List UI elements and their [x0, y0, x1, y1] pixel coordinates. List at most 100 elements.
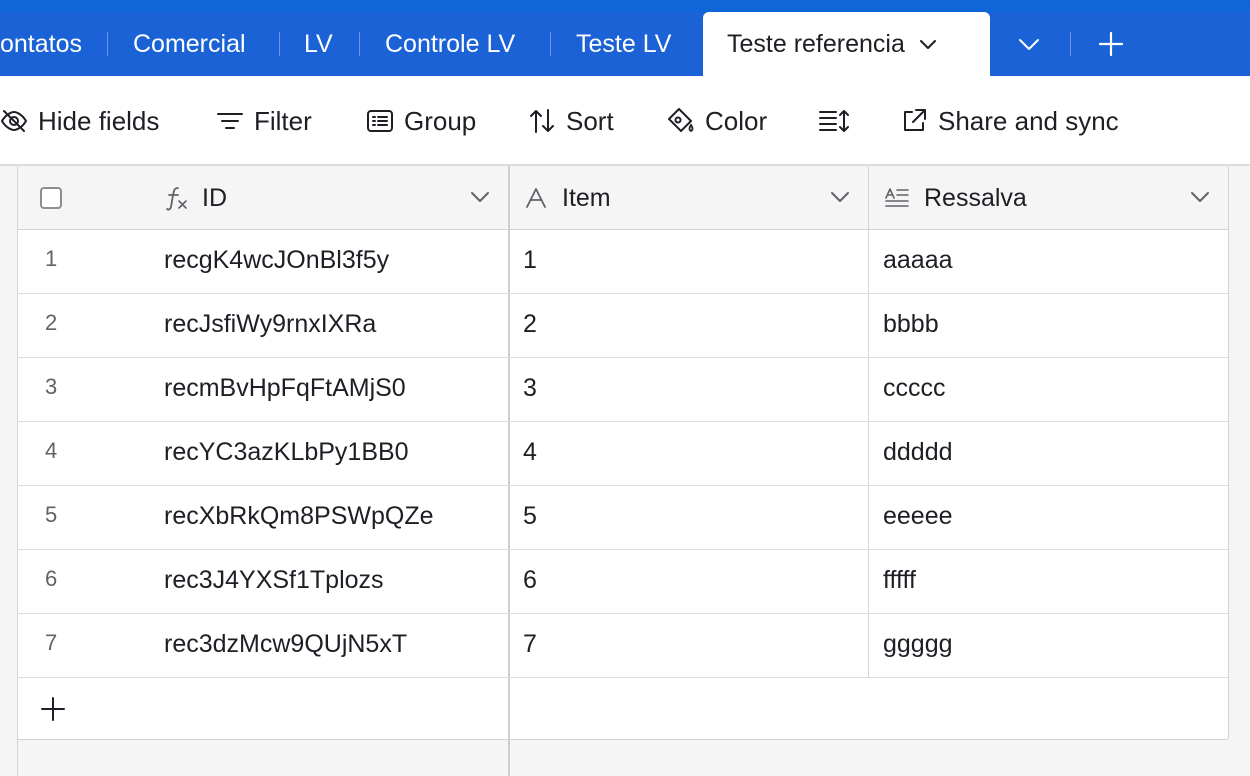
tab-divider — [550, 32, 551, 56]
chevron-down-icon[interactable] — [1190, 190, 1210, 204]
tab-divider — [279, 32, 280, 56]
row-number: 7 — [45, 630, 58, 655]
plus-icon — [40, 697, 66, 726]
row-divider — [18, 485, 1228, 486]
long-text-icon — [884, 186, 910, 210]
add-record-button[interactable] — [40, 696, 66, 727]
row-number: 4 — [45, 438, 58, 463]
color-label: Color — [705, 105, 768, 136]
id-cell[interactable]: recJsfiWy9rnxIXRa — [164, 310, 376, 339]
window-top-strip — [0, 0, 1250, 12]
add-row-strip-right — [510, 678, 1228, 739]
text-a-icon — [524, 186, 548, 210]
sort-label: Sort — [566, 105, 614, 136]
item-cell[interactable]: 6 — [523, 566, 537, 595]
group-label: Group — [404, 105, 477, 136]
row-divider — [18, 357, 1228, 358]
sort-button[interactable]: Sort — [528, 76, 614, 166]
view-toolbar: Hide fields Filter Group Sort Color Shar… — [0, 76, 1250, 166]
grid-left-border — [17, 166, 18, 776]
id-cell[interactable]: rec3J4YXSf1Tplozs — [164, 566, 384, 595]
ressalva-cell[interactable]: fffff — [883, 566, 916, 595]
item-cell[interactable]: 2 — [523, 310, 537, 339]
item-cell[interactable]: 4 — [523, 438, 537, 467]
data-columns-body — [510, 230, 1228, 678]
group-button[interactable]: Group — [366, 76, 476, 166]
filter-icon — [216, 110, 244, 132]
row-number: 5 — [45, 502, 58, 527]
item-cell[interactable]: 5 — [523, 502, 537, 531]
primary-column-divider — [508, 166, 510, 776]
row-number: 3 — [45, 374, 58, 399]
column-divider — [868, 166, 869, 678]
tab-divider — [359, 32, 360, 56]
formula-icon — [164, 185, 190, 211]
row-divider — [18, 549, 1228, 550]
tab-label: Teste referencia — [727, 29, 905, 58]
item-cell[interactable]: 7 — [523, 630, 537, 659]
tab-divider — [1070, 32, 1071, 56]
tab-label: Controle LV — [385, 29, 516, 58]
id-cell[interactable]: recgK4wcJOnBl3f5y — [164, 246, 389, 275]
share-and-sync-label: Share and sync — [938, 105, 1119, 136]
tab-controle-lv[interactable]: Controle LV — [385, 12, 515, 76]
row-number: 1 — [45, 246, 58, 271]
fields-header — [510, 166, 1228, 230]
row-height-icon — [818, 108, 850, 134]
tab-label: LV — [304, 29, 333, 58]
column-header-item[interactable]: Item — [524, 181, 611, 215]
item-cell[interactable]: 1 — [523, 246, 537, 275]
tab-label: Comercial — [133, 29, 246, 58]
column-header-id[interactable]: ID — [164, 181, 227, 215]
chevron-down-icon[interactable] — [919, 38, 937, 50]
filter-label: Filter — [254, 105, 312, 136]
eye-slash-icon — [0, 109, 28, 133]
select-all-checkbox[interactable] — [40, 187, 62, 209]
ressalva-cell[interactable]: ddddd — [883, 438, 953, 467]
ressalva-cell[interactable]: aaaaa — [883, 246, 953, 275]
id-cell[interactable]: rec3dzMcw9QUjN5xT — [164, 630, 407, 659]
tab-contatos[interactable]: ontatos — [0, 12, 82, 76]
tab-divider — [107, 32, 108, 56]
ressalva-cell[interactable]: eeeee — [883, 502, 953, 531]
ressalva-cell[interactable]: ggggg — [883, 630, 953, 659]
item-cell[interactable]: 3 — [523, 374, 537, 403]
sort-icon — [528, 108, 556, 134]
primary-header — [18, 166, 508, 230]
tab-label: Teste LV — [576, 29, 672, 58]
column-header-label: Ressalva — [924, 183, 1027, 212]
ressalva-cell[interactable]: bbbb — [883, 310, 939, 339]
row-divider — [18, 613, 1228, 614]
hide-fields-button[interactable]: Hide fields — [0, 76, 159, 166]
row-number: 6 — [45, 566, 58, 591]
tab-comercial[interactable]: Comercial — [133, 12, 246, 76]
column-header-ressalva[interactable]: Ressalva — [884, 181, 1027, 215]
chevron-down-icon[interactable] — [830, 190, 850, 204]
add-row-bottom-border — [18, 739, 1228, 740]
row-divider — [18, 677, 1228, 678]
tab-teste-lv[interactable]: Teste LV — [576, 12, 671, 76]
add-table-icon[interactable] — [1098, 12, 1124, 76]
share-and-sync-button[interactable]: Share and sync — [900, 76, 1119, 166]
chevron-down-icon[interactable] — [470, 190, 490, 204]
all-tables-chevron-icon[interactable] — [1018, 12, 1040, 76]
ressalva-cell[interactable]: ccccc — [883, 374, 946, 403]
add-row-strip-left — [18, 678, 508, 739]
grid-right-border — [1228, 166, 1229, 739]
id-cell[interactable]: recYC3azKLbPy1BB0 — [164, 438, 409, 467]
tab-label: ontatos — [0, 29, 83, 58]
tab-teste-referencia[interactable]: Teste referencia — [703, 12, 990, 76]
row-divider — [18, 293, 1228, 294]
row-number: 2 — [45, 310, 58, 335]
row-height-button[interactable] — [818, 76, 860, 166]
row-divider — [18, 421, 1228, 422]
table-tab-bar: ontatos Comercial LV Controle LV Teste L… — [0, 12, 1250, 76]
tab-lv[interactable]: LV — [304, 12, 333, 76]
color-button[interactable]: Color — [665, 76, 767, 166]
group-icon — [366, 109, 394, 133]
id-cell[interactable]: recXbRkQm8PSWpQZe — [164, 502, 434, 531]
external-link-icon — [900, 107, 928, 135]
id-cell[interactable]: recmBvHpFqFtAMjS0 — [164, 374, 406, 403]
column-header-label: Item — [562, 183, 611, 212]
filter-button[interactable]: Filter — [216, 76, 312, 166]
